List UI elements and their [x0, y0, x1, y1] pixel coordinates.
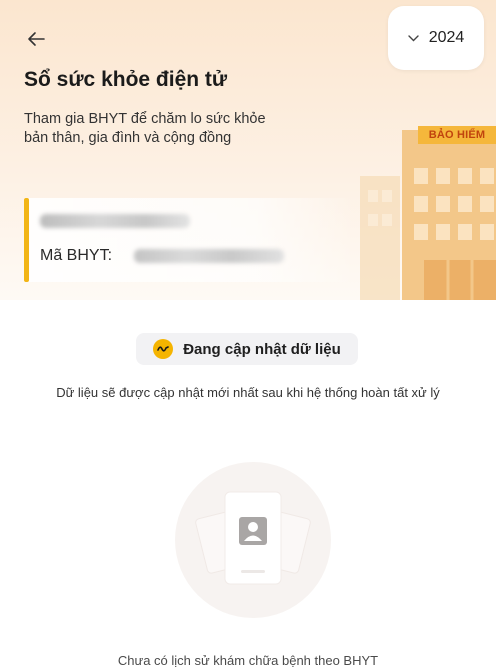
redacted-bhyt-code [134, 249, 284, 263]
page-title: Sổ sức khỏe điện tử [24, 68, 228, 91]
chevron-down-icon [408, 34, 419, 42]
subtitle-line-1: Tham gia BHYT để chăm lo sức khỏe [24, 111, 266, 127]
status-label: Đang cập nhật dữ liệu [183, 340, 341, 358]
year-value: 2024 [428, 29, 465, 46]
back-button[interactable] [22, 26, 50, 52]
activity-wave-icon [153, 339, 174, 359]
insurance-card[interactable]: Mã BHYT: [24, 198, 354, 282]
header-banner: 2024 Sổ sức khỏe điện tử Tham gia BHYT đ… [0, 0, 496, 300]
empty-state-illustration [175, 462, 331, 618]
subtitle-line-2: bản thân, gia đình và cộng đồng [24, 130, 232, 146]
status-description: Dữ liệu sẽ được cập nhật mới nhất sau kh… [56, 385, 440, 400]
empty-state-message: Chưa có lịch sử khám chữa bệnh theo BHYT [117, 653, 379, 668]
bhyt-label: Mã BHYT: [40, 247, 113, 264]
redacted-name [40, 214, 190, 228]
status-badge: Đang cập nhật dữ liệu [136, 333, 358, 365]
year-selector[interactable]: 2024 [388, 6, 484, 70]
insurance-building-illustration [360, 126, 496, 300]
card-accent-bar [24, 198, 29, 282]
building-sign: BẢO HIỂM [428, 129, 486, 141]
page-subtitle: Tham gia BHYT để chăm lo sức khỏe bản th… [24, 110, 344, 148]
arrow-left-icon [28, 32, 45, 46]
contact-card-icon [239, 517, 267, 545]
